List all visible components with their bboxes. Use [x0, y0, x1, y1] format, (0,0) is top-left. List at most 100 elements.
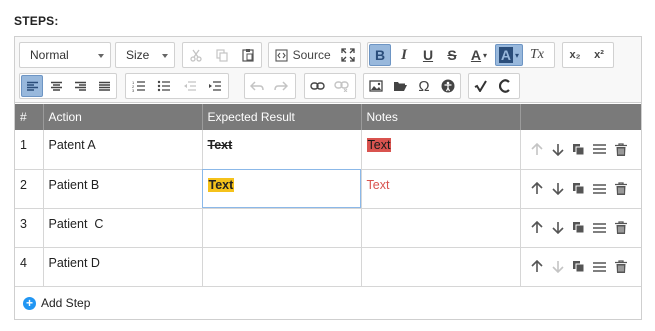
notes-text: Text	[366, 138, 392, 152]
trash-icon[interactable]	[614, 260, 628, 274]
notes-cell[interactable]	[361, 208, 521, 248]
duplicate-icon[interactable]	[572, 221, 586, 235]
table-header-row: # Action Expected Result Notes	[15, 104, 641, 130]
source-button[interactable]: Source	[270, 44, 335, 66]
move-up-icon[interactable]	[530, 182, 544, 196]
text-color-button[interactable]: A ▾	[465, 44, 493, 66]
link-icon[interactable]	[306, 75, 328, 97]
numbered-list-icon[interactable]: 123	[127, 75, 151, 97]
move-up-icon[interactable]	[530, 221, 544, 235]
row-actions-cell	[520, 247, 641, 287]
chevron-down-icon: ▾	[515, 50, 520, 60]
menu-icon[interactable]	[593, 260, 607, 274]
bulleted-list-icon[interactable]	[153, 75, 177, 97]
table-row: 2 Patient B Text Text	[15, 169, 641, 209]
background-color-button[interactable]: A ▾	[495, 44, 523, 66]
row-actions	[526, 178, 637, 196]
undo-icon[interactable]	[246, 75, 268, 97]
insert-group: Ω	[363, 73, 461, 99]
strike-button[interactable]: S	[441, 44, 463, 66]
action-cell[interactable]: Patient D	[43, 247, 203, 287]
text-color-icon: A	[470, 47, 482, 63]
align-left-icon[interactable]	[21, 75, 43, 97]
move-down-icon[interactable]	[551, 182, 565, 196]
background-color-icon: A	[498, 47, 514, 63]
table-row: 4 Patient D	[15, 247, 641, 287]
format-combo[interactable]: Normal	[19, 42, 111, 68]
extras-group	[468, 73, 520, 99]
redo-icon[interactable]	[270, 75, 292, 97]
steps-heading: STEPS:	[14, 14, 59, 28]
expected-result-cell[interactable]	[202, 247, 362, 287]
menu-icon[interactable]	[593, 221, 607, 235]
duplicate-icon[interactable]	[572, 260, 586, 274]
move-up-icon[interactable]	[530, 142, 544, 156]
table-row: 1 Patent A Text Text	[15, 130, 641, 170]
action-cell[interactable]: Patient B	[43, 169, 203, 209]
code-snippet-icon[interactable]	[494, 75, 516, 97]
align-center-icon[interactable]	[45, 75, 67, 97]
svg-text:3: 3	[132, 88, 135, 92]
copy-icon[interactable]	[210, 44, 234, 66]
link-group	[304, 73, 356, 99]
math-formula-icon[interactable]	[470, 75, 492, 97]
cut-icon[interactable]	[184, 44, 208, 66]
subscript-button[interactable]: x₂	[564, 44, 586, 66]
size-combo-label: Size	[126, 48, 150, 62]
expected-result-cell[interactable]	[202, 208, 362, 248]
row-actions-cell	[520, 208, 641, 248]
duplicate-icon[interactable]	[572, 142, 586, 156]
move-down-icon[interactable]	[551, 221, 565, 235]
accessibility-icon[interactable]	[437, 75, 459, 97]
row-number: 2	[15, 169, 44, 209]
size-combo[interactable]: Size	[115, 42, 175, 68]
remove-format-button[interactable]: Tx	[525, 44, 549, 66]
trash-icon[interactable]	[614, 142, 628, 156]
duplicate-icon[interactable]	[572, 182, 586, 196]
row-actions-cell	[520, 169, 641, 209]
basic-styles-group: B I U S A ▾ A ▾ Tx	[367, 42, 555, 68]
paste-icon[interactable]	[236, 44, 260, 66]
folder-icon[interactable]	[389, 75, 411, 97]
column-header-actions	[520, 104, 641, 130]
chevron-down-icon	[162, 54, 168, 58]
outdent-icon[interactable]	[178, 75, 202, 97]
chevron-down-icon	[98, 54, 104, 58]
bold-button[interactable]: B	[369, 44, 391, 66]
clipboard-group	[182, 42, 262, 68]
action-cell[interactable]: Patient C	[43, 208, 203, 248]
expected-result-cell[interactable]: Text	[202, 169, 362, 209]
column-header-number: #	[15, 104, 44, 130]
notes-cell[interactable]: Text	[361, 169, 521, 209]
row-number: 3	[15, 208, 44, 248]
steps-editor: Normal Size Source B I U S A ▾ A ▾ Tx x₂…	[14, 36, 642, 320]
expected-result-cell[interactable]: Text	[202, 130, 362, 170]
trash-icon[interactable]	[614, 182, 628, 196]
add-step-button[interactable]: + Add Step	[15, 287, 641, 319]
notes-cell[interactable]	[361, 247, 521, 287]
plus-circle-icon: +	[23, 296, 36, 310]
move-down-icon[interactable]	[551, 260, 565, 274]
align-right-icon[interactable]	[69, 75, 91, 97]
maximize-icon[interactable]	[337, 44, 359, 66]
italic-button[interactable]: I	[393, 44, 415, 66]
source-icon	[275, 48, 288, 62]
row-actions-cell	[520, 130, 641, 170]
action-cell[interactable]: Patent A	[43, 130, 203, 170]
row-actions	[526, 256, 637, 274]
image-icon[interactable]	[365, 75, 387, 97]
special-character-icon[interactable]: Ω	[413, 75, 435, 97]
move-down-icon[interactable]	[551, 142, 565, 156]
script-group: x₂ x²	[562, 42, 614, 68]
indent-icon[interactable]	[204, 75, 228, 97]
unlink-icon[interactable]	[330, 75, 352, 97]
align-justify-icon[interactable]	[93, 75, 115, 97]
notes-text: Text	[366, 177, 390, 192]
menu-icon[interactable]	[593, 142, 607, 156]
superscript-button[interactable]: x²	[588, 44, 610, 66]
underline-button[interactable]: U	[417, 44, 439, 66]
move-up-icon[interactable]	[530, 260, 544, 274]
notes-cell[interactable]: Text	[361, 130, 521, 170]
menu-icon[interactable]	[593, 182, 607, 196]
trash-icon[interactable]	[614, 221, 628, 235]
